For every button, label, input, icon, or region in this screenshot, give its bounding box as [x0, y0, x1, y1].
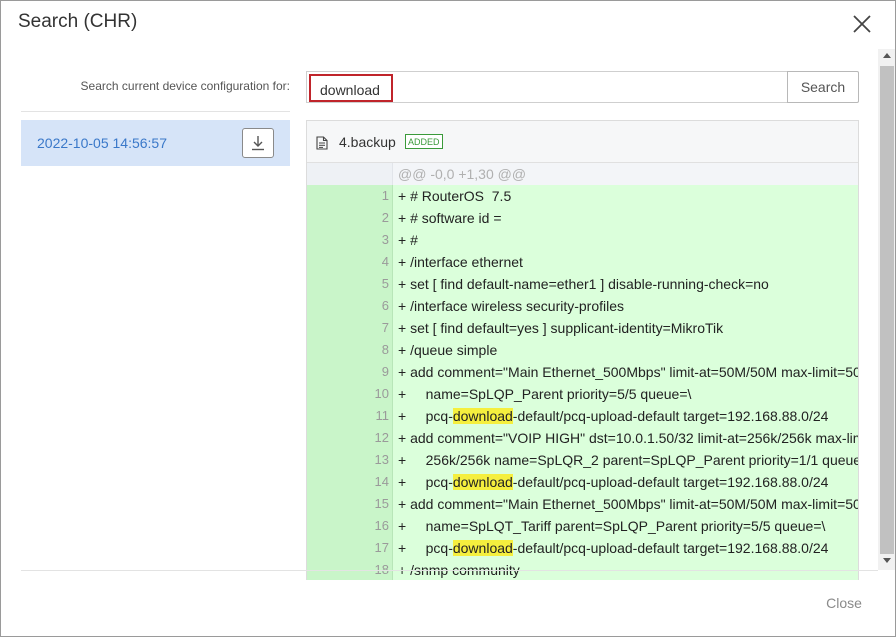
- scroll-up-arrow-icon[interactable]: [883, 53, 891, 58]
- search-label: Search current device configuration for:: [80, 79, 290, 93]
- line-number: 1: [307, 185, 393, 207]
- line-text: + /interface wireless security-profiles: [393, 295, 858, 317]
- file-icon: [316, 136, 328, 150]
- download-button[interactable]: [242, 128, 274, 158]
- dialog-scrollbar[interactable]: [878, 49, 895, 570]
- search-dialog: Search (CHR) Search current device confi…: [0, 0, 896, 637]
- diff-body: @@ -0,0 +1,30 @@ 1 + # RouterOS 7.5 2 + # s…: [307, 163, 858, 580]
- search-match-highlight: download: [452, 540, 513, 556]
- status-badge: ADDED: [405, 134, 443, 149]
- close-button[interactable]: Close: [811, 591, 877, 615]
- scroll-thumb[interactable]: [880, 66, 894, 554]
- diff-line: 12 + add comment="VOIP HIGH" dst=10.0.1.5…: [307, 427, 858, 449]
- diff-panel: 4.backup ADDED @@ -0,0 +1,30 @@ 1 + # Rou…: [306, 120, 859, 580]
- diff-hunk-header: @@ -0,0 +1,30 @@: [307, 163, 858, 185]
- diff-line: 2 + # software id =: [307, 207, 858, 229]
- diff-line: 9 + add comment="Main Ethernet_500Mbps" l…: [307, 361, 858, 383]
- file-name: 4.backup: [339, 134, 396, 150]
- diff-line: 6 + /interface wireless security-profiles: [307, 295, 858, 317]
- result-item[interactable]: 2022-10-05 14:56:57: [21, 120, 290, 166]
- line-number: 11: [307, 405, 393, 427]
- diff-line: 1 + # RouterOS 7.5: [307, 185, 858, 207]
- line-text: + 256k/256k name=SpLQR_2 parent=SpLQP_Pa…: [393, 449, 858, 471]
- line-text: + /queue simple: [393, 339, 858, 361]
- search-match-highlight: download: [452, 474, 513, 490]
- line-number: 17: [307, 537, 393, 559]
- diff-line: 8 + /queue simple: [307, 339, 858, 361]
- diff-line: 4 + /interface ethernet: [307, 251, 858, 273]
- line-text: + #: [393, 229, 858, 251]
- line-number: 9: [307, 361, 393, 383]
- line-text: + add comment="VOIP HIGH" dst=10.0.1.50/…: [393, 427, 858, 449]
- diff-line: 16 + name=SpLQT_Tariff parent=SpLQP_Paren…: [307, 515, 858, 537]
- line-text: + pcq-download-default/pcq-upload-defaul…: [393, 405, 858, 427]
- line-number: 6: [307, 295, 393, 317]
- line-number: 15: [307, 493, 393, 515]
- line-text: + set [ find default-name=ether1 ] disab…: [393, 273, 858, 295]
- dialog-header: Search (CHR): [1, 1, 895, 49]
- line-number: 7: [307, 317, 393, 339]
- dialog-title: Search (CHR): [18, 11, 138, 32]
- line-number: 10: [307, 383, 393, 405]
- diff-line: 15 + add comment="Main Ethernet_500Mbps" …: [307, 493, 858, 515]
- diff-line: 14 + pcq-download-default/pcq-upload-defa…: [307, 471, 858, 493]
- diff-line: 11 + pcq-download-default/pcq-upload-defa…: [307, 405, 858, 427]
- scroll-down-arrow-icon[interactable]: [883, 558, 891, 563]
- line-text: + name=SpLQT_Tariff parent=SpLQP_Parent …: [393, 515, 858, 537]
- close-icon[interactable]: [851, 13, 873, 35]
- diff-line: 3 + #: [307, 229, 858, 251]
- download-icon: [252, 136, 264, 151]
- line-number: 12: [307, 427, 393, 449]
- result-date[interactable]: 2022-10-05 14:56:57: [37, 135, 167, 151]
- hunk-text: @@ -0,0 +1,30 @@: [393, 163, 858, 185]
- diff-line: 13 + 256k/256k name=SpLQR_2 parent=SpLQP_…: [307, 449, 858, 471]
- line-text: + /interface ethernet: [393, 251, 858, 273]
- line-number: 8: [307, 339, 393, 361]
- line-text: + add comment="Main Ethernet_500Mbps" li…: [393, 361, 858, 383]
- line-text: + # RouterOS 7.5: [393, 185, 858, 207]
- line-number: 4: [307, 251, 393, 273]
- line-text: + pcq-download-default/pcq-upload-defaul…: [393, 537, 858, 559]
- search-match-highlight: download: [452, 408, 513, 424]
- search-field-container[interactable]: [306, 71, 788, 103]
- line-number: 13: [307, 449, 393, 471]
- diff-file-header: 4.backup ADDED: [307, 121, 858, 163]
- line-text: + set [ find default=yes ] supplicant-id…: [393, 317, 858, 339]
- diff-line: 5 + set [ find default-name=ether1 ] disa…: [307, 273, 858, 295]
- search-button[interactable]: Search: [787, 71, 859, 103]
- line-number: 14: [307, 471, 393, 493]
- line-number: 2: [307, 207, 393, 229]
- diff-line: 17 + pcq-download-default/pcq-upload-defa…: [307, 537, 858, 559]
- line-text: + add comment="Main Ethernet_500Mbps" li…: [393, 493, 858, 515]
- diff-line: 10 + name=SpLQP_Parent priority=5/5 queue…: [307, 383, 858, 405]
- divider: [21, 111, 290, 112]
- diff-line: 7 + set [ find default=yes ] supplicant-i…: [307, 317, 858, 339]
- line-text: + # software id =: [393, 207, 858, 229]
- line-number: 5: [307, 273, 393, 295]
- search-input[interactable]: [309, 74, 393, 102]
- line-number: 3: [307, 229, 393, 251]
- line-number: 16: [307, 515, 393, 537]
- line-text: + pcq-download-default/pcq-upload-defaul…: [393, 471, 858, 493]
- line-text: + name=SpLQP_Parent priority=5/5 queue=\: [393, 383, 858, 405]
- footer-divider: [21, 570, 878, 571]
- line-number: [307, 163, 393, 185]
